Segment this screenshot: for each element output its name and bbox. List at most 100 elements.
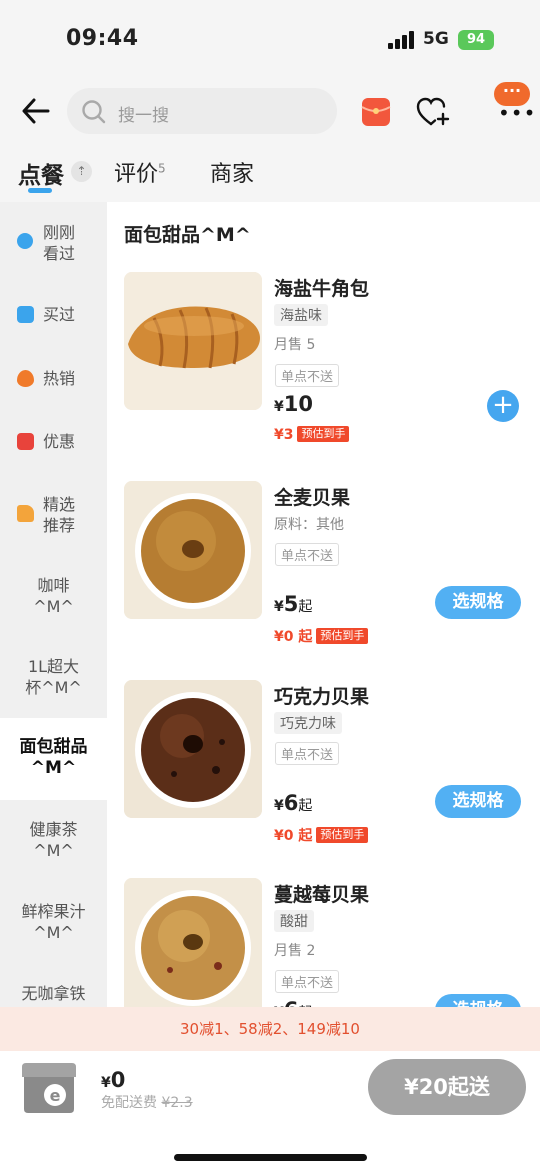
sidebar-item-label: 刚刚 xyxy=(43,223,76,242)
tab-reviews[interactable]: 评价5 xyxy=(114,156,166,188)
product-price: ¥6起 xyxy=(274,998,312,1007)
product-name: 海盐牛角包 xyxy=(274,278,370,300)
tab-reviews-label: 评价 xyxy=(114,162,159,187)
product-card[interactable]: 蔓越莓贝果 酸甜 月售 2 单点不送 ¥6起 选规格 xyxy=(107,878,540,1007)
price-value: 5 xyxy=(283,592,299,616)
sidebar-item-label: ^M^ xyxy=(33,923,74,942)
sidebar-item-bought[interactable]: 买过 xyxy=(0,304,107,325)
estimated-value: ¥0 起 xyxy=(274,629,313,645)
tab-merchant[interactable]: 商家 xyxy=(210,156,254,188)
price-currency: ¥ xyxy=(274,798,284,814)
estimated-badge: 预估到手 xyxy=(316,628,369,644)
search-input[interactable]: 搜一搜 xyxy=(67,88,337,134)
sidebar-item-recommended[interactable]: 精选 推荐 xyxy=(0,494,107,536)
product-image xyxy=(124,272,262,410)
cart-bar: e ¥0 免配送费 ¥2.3 ¥20起送 xyxy=(0,1051,540,1171)
price-suffix: 起 xyxy=(298,798,313,814)
sidebar-item-fresh-juice[interactable]: 鲜榨果汁 ^M^ xyxy=(0,901,107,943)
select-spec-button[interactable]: 选规格 xyxy=(435,994,521,1007)
header: 搜一搜 ··· ••• xyxy=(0,80,540,142)
estimated-value: ¥3 xyxy=(274,427,294,443)
network-label: 5G xyxy=(423,29,449,49)
select-spec-button[interactable]: 选规格 xyxy=(435,785,521,818)
product-name: 巧克力贝果 xyxy=(274,686,370,708)
red-packet-button[interactable] xyxy=(361,97,391,127)
sidebar-item-label: ^M^ xyxy=(33,597,74,616)
sidebar-item-label: 面包甜品 xyxy=(19,737,88,757)
red-packet-icon xyxy=(361,98,391,126)
product-image xyxy=(124,878,262,1007)
cart-button[interactable]: e xyxy=(18,1057,80,1115)
delivery-fee: 免配送费 ¥2.3 xyxy=(101,1092,193,1112)
svg-text:e: e xyxy=(50,1086,61,1105)
search-icon xyxy=(82,100,106,124)
more-button[interactable]: ··· ••• xyxy=(492,82,535,123)
min-order-button[interactable]: ¥20起送 xyxy=(368,1059,526,1115)
sidebar-item-bread-dessert[interactable]: 面包甜品 ^M^ xyxy=(0,718,107,800)
thumbs-up-icon xyxy=(17,505,34,522)
tab-order[interactable]: 点餐 xyxy=(18,156,64,190)
home-indicator xyxy=(174,1154,367,1161)
total-value: 0 xyxy=(110,1068,126,1092)
estimated-price: ¥0 起预估到手 xyxy=(274,825,369,845)
price-currency: ¥ xyxy=(274,399,284,415)
product-card[interactable]: 海盐牛角包 海盐味 月售 5 单点不送 ¥10 ¥3 预估到手 + xyxy=(107,272,540,462)
chocolate-bagel-image xyxy=(124,680,262,818)
sidebar-item-label: 优惠 xyxy=(43,432,76,451)
flame-icon xyxy=(17,370,34,387)
sidebar-item-recently-viewed[interactable]: 刚刚 看过 xyxy=(0,222,107,264)
product-sold: 月售 2 xyxy=(274,943,316,959)
sidebar-item-label: 咖啡 xyxy=(37,576,70,595)
product-card[interactable]: 全麦贝果 原料：其他 单点不送 ¥5起 ¥0 起预估到手 选规格 xyxy=(107,481,540,671)
back-button[interactable] xyxy=(20,96,52,126)
sidebar-item-label: 鲜榨果汁 xyxy=(21,902,86,921)
sidebar-item-label: 无咖拿铁 xyxy=(21,984,86,1003)
estimated-badge: 预估到手 xyxy=(297,426,350,442)
tab-bar: 点餐 ⇡ 评价5 商家 xyxy=(0,150,540,200)
no-single-delivery-badge: 单点不送 xyxy=(275,970,340,993)
sidebar-item-hot[interactable]: 热销 xyxy=(0,368,107,389)
favorite-button[interactable] xyxy=(416,97,450,127)
sidebar-item-label: 健康茶 xyxy=(29,820,78,839)
category-sidebar[interactable]: 刚刚 看过 买过 热销 优惠 精选 推荐 咖啡 ^M^ 1L超大 杯^M^ 面包… xyxy=(0,202,107,1007)
sidebar-item-label: 热销 xyxy=(43,369,76,388)
sidebar-item-coffee[interactable]: 咖啡 ^M^ xyxy=(0,575,107,617)
sidebar-item-discount[interactable]: 优惠 xyxy=(0,431,107,452)
shopping-cart-icon: e xyxy=(22,1063,76,1113)
battery-level: 94 xyxy=(466,32,486,47)
sidebar-item-1l-cup[interactable]: 1L超大 杯^M^ xyxy=(0,656,107,698)
price-value: 6 xyxy=(283,791,299,815)
section-title: 面包甜品^M^ xyxy=(124,224,251,246)
sidebar-item-label: 看过 xyxy=(43,244,76,263)
bag-icon xyxy=(17,306,34,323)
price-suffix: 起 xyxy=(298,599,313,615)
price-currency: ¥ xyxy=(274,599,284,615)
croissant-image xyxy=(124,272,262,410)
sidebar-item-decaf-latte[interactable]: 无咖拿铁 xyxy=(0,983,107,1004)
cranberry-bagel-image xyxy=(124,878,262,1007)
no-single-delivery-badge: 单点不送 xyxy=(275,742,340,765)
eye-icon xyxy=(17,233,33,249)
product-image xyxy=(124,680,262,818)
product-tag: 原料：其他 xyxy=(274,517,344,533)
status-bar: 09:44 5G 94 xyxy=(0,0,540,80)
pin-top-icon[interactable]: ⇡ xyxy=(71,161,92,182)
product-list[interactable]: 面包甜品^M^ 海盐牛角包 海盐味 月售 5 单点不送 ¥10 ¥3 预估到手 + xyxy=(107,202,540,1007)
estimated-badge: 预估到手 xyxy=(316,827,369,843)
heart-plus-icon xyxy=(416,97,450,126)
product-tag: 巧克力味 xyxy=(274,712,342,734)
add-to-cart-button[interactable]: + xyxy=(487,390,519,422)
product-tag: 酸甜 xyxy=(274,910,314,932)
estimated-price: ¥3 预估到手 xyxy=(274,426,350,443)
product-sold: 月售 5 xyxy=(274,337,316,353)
sidebar-item-healthy-tea[interactable]: 健康茶 ^M^ xyxy=(0,819,107,861)
product-card[interactable]: 巧克力贝果 巧克力味 单点不送 ¥6起 ¥0 起预估到手 选规格 xyxy=(107,680,540,870)
select-spec-button[interactable]: 选规格 xyxy=(435,586,521,619)
price-value: 6 xyxy=(284,998,299,1007)
sidebar-item-label: 推荐 xyxy=(43,516,76,535)
coupon-icon xyxy=(17,433,34,450)
sidebar-item-label: ^M^ xyxy=(30,758,77,778)
sidebar-item-label: 精选 xyxy=(43,495,76,514)
no-single-delivery-badge: 单点不送 xyxy=(275,543,340,566)
status-time: 09:44 xyxy=(66,26,139,51)
